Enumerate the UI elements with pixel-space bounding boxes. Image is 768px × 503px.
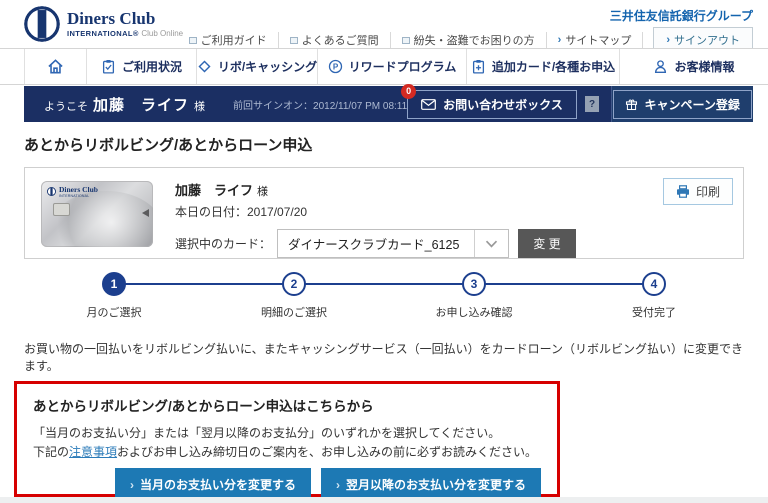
nav-customer-info[interactable]: お客様情報	[620, 49, 768, 84]
top-header: Diners Club INTERNATIONAL® Club Online 三…	[0, 0, 768, 48]
arrow-icon: ›	[130, 478, 134, 492]
person-icon	[653, 59, 668, 74]
link-sitemap[interactable]: ›サイトマップ	[547, 32, 644, 48]
nav-usage-status[interactable]: ご利用状況	[87, 49, 197, 84]
nav-additional-card[interactable]: 追加カード/各種お申込	[467, 49, 620, 84]
progress-stepper: 1 月のご選択 2 明細のご選択 3 お申し込み確認 4 受付完了	[24, 272, 744, 330]
window-icon	[290, 37, 298, 44]
home-icon	[47, 58, 64, 75]
step-reception-complete: 4 受付完了	[564, 272, 744, 330]
card-worldmap-graphic	[51, 191, 153, 247]
inquiry-box-button[interactable]: 0 お問い合わせボックス	[407, 90, 577, 119]
step-application-confirm: 3 お申し込み確認	[384, 272, 564, 330]
user-name: 加藤 ライフ	[93, 94, 189, 115]
clipboard-check-icon	[101, 59, 116, 74]
link-faq[interactable]: よくあるご質問	[279, 32, 391, 48]
card-arrow-icon	[142, 209, 149, 217]
selected-card-label: 選択中のカード：	[175, 235, 271, 252]
diners-logo-icon	[24, 6, 60, 42]
svg-text:P: P	[332, 63, 338, 72]
campaign-register-button[interactable]: キャンペーン登録	[613, 90, 751, 119]
logo-subtitle: INTERNATIONAL® Club Online	[67, 29, 183, 38]
intro-text: お買い物の一回払いをリボルビング払いに、またキャッシングサービス（一回払い）をカ…	[24, 340, 744, 374]
apply-box-heading: あとからリボルビング/あとからローン申込はこちらから	[33, 395, 541, 415]
logo-title: Diners Club	[67, 10, 183, 27]
clipboard-plus-icon	[471, 59, 486, 74]
welcome-bar: ようこそ 加藤 ライフ 様 前回サインオン：2012/11/07 PM 08:1…	[24, 86, 753, 122]
point-p-icon: P	[328, 59, 343, 74]
printer-icon	[676, 185, 690, 198]
arrow-icon: ›	[336, 478, 340, 492]
envelope-icon	[421, 99, 436, 110]
nav-reward-program[interactable]: P リワードプログラム	[318, 49, 467, 84]
card-select[interactable]: ダイナースクラブカード_6125	[277, 229, 509, 258]
link-lost-stolen[interactable]: 紛失・盗難でお困りの方	[391, 32, 547, 48]
card-panel: Diners Club INTERNATIONAL 加藤 ライフ様 本日の日付：…	[24, 167, 744, 259]
arrow-icon: ›	[558, 34, 562, 46]
campaign-section: キャンペーン登録	[611, 86, 753, 122]
nav-home[interactable]	[24, 49, 87, 84]
page-title: あとからリボルビング/あとからローン申込	[24, 134, 312, 155]
card-image: Diners Club INTERNATIONAL	[41, 181, 153, 247]
bank-group-link[interactable]: 三井住友信託銀行グループ	[610, 7, 753, 24]
nav-revolving-cashing[interactable]: リボ/キャッシング	[197, 49, 318, 84]
card-brand-logo: Diners Club INTERNATIONAL	[47, 186, 98, 198]
today-date: 本日の日付：2017/07/20	[175, 203, 576, 220]
step-month-selection: 1 月のご選択	[24, 272, 204, 330]
step-circle: 2	[282, 272, 306, 296]
step-statement-selection: 2 明細のご選択	[204, 272, 384, 330]
diamond-icon	[197, 59, 212, 74]
arrow-icon: ›	[666, 34, 670, 46]
last-signon: 前回サインオン：2012/11/07 PM 08:11	[233, 97, 407, 112]
apply-box: あとからリボルビング/あとからローン申込はこちらから 「当月のお支払い分」または…	[14, 381, 560, 497]
link-usage-guide[interactable]: ご利用ガイド	[178, 32, 279, 48]
help-icon[interactable]: ?	[585, 96, 600, 112]
window-icon	[402, 37, 410, 44]
window-icon	[189, 37, 197, 44]
inquiry-badge: 0	[401, 84, 416, 99]
diners-club-logo[interactable]: Diners Club INTERNATIONAL® Club Online	[24, 6, 183, 42]
footer-strip	[0, 497, 768, 503]
cardholder-name: 加藤 ライフ様	[175, 180, 576, 199]
step-circle: 1	[102, 272, 126, 296]
card-select-value: ダイナースクラブカード_6125	[278, 234, 474, 253]
card-chip	[53, 203, 70, 216]
apply-box-instructions: 「当月のお支払い分」または「翌月以降のお支払分」のいずれかを選択してください。 …	[33, 424, 541, 461]
welcome-greeting: ようこそ 加藤 ライフ 様	[24, 94, 205, 115]
step-circle: 4	[642, 272, 666, 296]
main-nav: ご利用状況 リボ/キャッシング P リワードプログラム 追加カード/各種お申込 …	[0, 48, 768, 85]
gift-icon	[625, 98, 638, 111]
step-circle: 3	[462, 272, 486, 296]
change-card-button[interactable]: 変 更	[518, 229, 576, 258]
chevron-down-icon	[474, 230, 508, 257]
precautions-link[interactable]: 注意事項	[69, 445, 117, 459]
print-button[interactable]: 印刷	[663, 178, 733, 205]
